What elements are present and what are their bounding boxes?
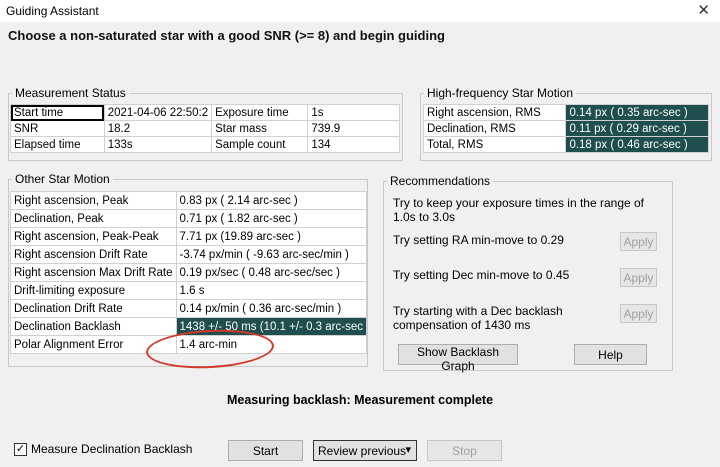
- chevron-down-icon: ▾: [405, 444, 411, 456]
- value-cell: 0.11 px ( 0.29 arc-sec ): [565, 120, 709, 137]
- table-row: Start time 2021-04-06 22:50:2 Exposure tim…: [10, 104, 400, 121]
- label-cell: Right ascension Drift Rate: [10, 245, 177, 264]
- value-cell: 7.71 px (19.89 arc-sec ): [175, 227, 367, 246]
- ra-min-move-recommendation: Try setting RA min-move to 0.29: [393, 233, 564, 247]
- table-row: Right ascension Drift Rate -3.74 px/min (…: [10, 245, 367, 264]
- measurement-status-table: Start time 2021-04-06 22:50:2 Exposure tim…: [10, 104, 400, 153]
- label-cell: Star mass: [211, 120, 309, 137]
- help-button[interactable]: Help: [574, 344, 647, 365]
- label-cell: Exposure time: [211, 104, 309, 121]
- value-cell: 0.71 px ( 1.82 arc-sec ): [175, 209, 367, 228]
- value-cell: 18.2: [103, 120, 213, 137]
- measure-backlash-label: Measure Declination Backlash: [31, 442, 193, 456]
- label-cell: Total, RMS: [422, 136, 567, 153]
- recommendations-label: Recommendations: [387, 174, 494, 188]
- table-row: Declination, RMS 0.11 px ( 0.29 arc-sec ): [422, 120, 709, 137]
- value-cell: -3.74 px/min ( -9.63 arc-sec/min ): [175, 245, 367, 264]
- table-row: Drift-limiting exposure 1.6 s: [10, 281, 367, 300]
- table-row: SNR 18.2 Star mass 739.9: [10, 120, 400, 137]
- value-cell: 0.83 px ( 2.14 arc-sec ): [175, 191, 367, 210]
- instruction-text: Choose a non-saturated star with a good …: [8, 28, 445, 43]
- review-previous-label: Review previous: [318, 443, 407, 458]
- table-row: Right ascension, Peak-Peak 7.71 px (19.89…: [10, 227, 367, 246]
- value-cell: 0.14 px ( 0.35 arc-sec ): [565, 104, 709, 121]
- label-cell: Drift-limiting exposure: [10, 281, 177, 300]
- label-cell: Declination, RMS: [422, 120, 567, 137]
- high-frequency-label: High-frequency Star Motion: [424, 86, 577, 100]
- show-backlash-graph-button[interactable]: Show Backlash Graph: [398, 344, 518, 373]
- label-cell: Right ascension Max Drift Rate: [10, 263, 177, 282]
- table-row: Declination Drift Rate 0.14 px/min ( 0.36…: [10, 299, 367, 318]
- table-row: Right ascension, RMS 0.14 px ( 0.35 arc-s…: [422, 104, 709, 121]
- table-row: Elapsed time 133s Sample count 134: [10, 136, 400, 153]
- title-bar: Guiding Assistant ✕: [0, 0, 720, 22]
- label-cell: Right ascension, RMS: [422, 104, 567, 121]
- value-cell: 0.19 px/sec ( 0.48 arc-sec/sec ): [175, 263, 367, 282]
- label-cell: Sample count: [211, 136, 309, 153]
- value-cell: 739.9: [307, 120, 400, 137]
- apply-dec-button[interactable]: Apply: [620, 268, 657, 287]
- label-cell: Right ascension, Peak-Peak: [10, 227, 177, 246]
- value-cell: 0.14 px/min ( 0.36 arc-sec/min ): [175, 299, 367, 318]
- value-cell: 0.18 px ( 0.46 arc-sec ): [565, 136, 709, 153]
- value-cell: 1.6 s: [175, 281, 367, 300]
- other-motion-label: Other Star Motion: [12, 172, 113, 186]
- status-message: Measuring backlash: Measurement complete: [226, 393, 494, 407]
- table-row: Right ascension, Peak 0.83 px ( 2.14 arc-…: [10, 191, 367, 210]
- window-title: Guiding Assistant: [6, 4, 99, 18]
- apply-backlash-button[interactable]: Apply: [620, 304, 657, 323]
- label-cell: Declination, Peak: [10, 209, 177, 228]
- label-cell: SNR: [10, 120, 105, 137]
- value-cell: 133s: [103, 136, 213, 153]
- label-cell: Elapsed time: [10, 136, 105, 153]
- label-cell: Declination Drift Rate: [10, 299, 177, 318]
- table-row: Right ascension Max Drift Rate 0.19 px/se…: [10, 263, 367, 282]
- table-row: Total, RMS 0.18 px ( 0.46 arc-sec ): [422, 136, 709, 153]
- measurement-status-label: Measurement Status: [12, 86, 129, 100]
- value-cell: 1s: [307, 104, 400, 121]
- high-frequency-table: Right ascension, RMS 0.14 px ( 0.35 arc-s…: [422, 104, 709, 153]
- measure-backlash-checkbox[interactable]: ✓: [14, 443, 27, 456]
- label-cell: Right ascension, Peak: [10, 191, 177, 210]
- table-row: Declination, Peak 0.71 px ( 1.82 arc-sec …: [10, 209, 367, 228]
- value-cell: 2021-04-06 22:50:2: [103, 104, 213, 121]
- dec-min-move-recommendation: Try setting Dec min-move to 0.45: [393, 268, 570, 282]
- value-cell: 134: [307, 136, 400, 153]
- apply-ra-button[interactable]: Apply: [620, 232, 657, 251]
- label-cell: Declination Backlash: [10, 317, 177, 336]
- close-icon[interactable]: ✕: [697, 1, 710, 19]
- review-previous-button[interactable]: Review previous ▾: [313, 440, 417, 461]
- backlash-recommendation: Try starting with a Dec backlash compens…: [393, 304, 563, 332]
- exposure-recommendation: Try to keep your exposure times in the r…: [393, 196, 645, 224]
- stop-button[interactable]: Stop: [427, 440, 502, 461]
- other-motion-table: Right ascension, Peak 0.83 px ( 2.14 arc-…: [10, 191, 367, 354]
- start-button[interactable]: Start: [228, 440, 303, 461]
- label-cell: Start time: [10, 104, 105, 121]
